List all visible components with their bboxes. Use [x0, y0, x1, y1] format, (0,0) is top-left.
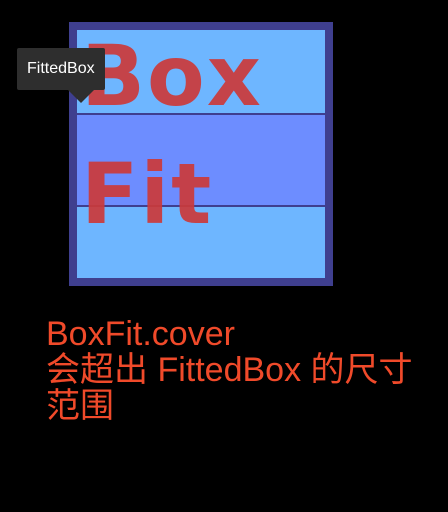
tooltip: FittedBox	[17, 48, 105, 90]
caption: BoxFit.cover 会超出 FittedBox 的尺寸 范围	[46, 316, 436, 424]
screen: Box Fit FittedBox BoxFit.cover 会超出 Fitte…	[0, 0, 448, 512]
fit-text: Fit	[81, 145, 214, 243]
fitted-box: Box Fit	[69, 22, 333, 286]
caption-line-2: 会超出 FittedBox 的尺寸	[46, 351, 413, 389]
caption-line-1: BoxFit.cover	[46, 315, 235, 353]
caption-line-3: 范围	[46, 387, 114, 425]
box-text: Box	[81, 27, 263, 125]
tooltip-arrow	[68, 90, 94, 103]
